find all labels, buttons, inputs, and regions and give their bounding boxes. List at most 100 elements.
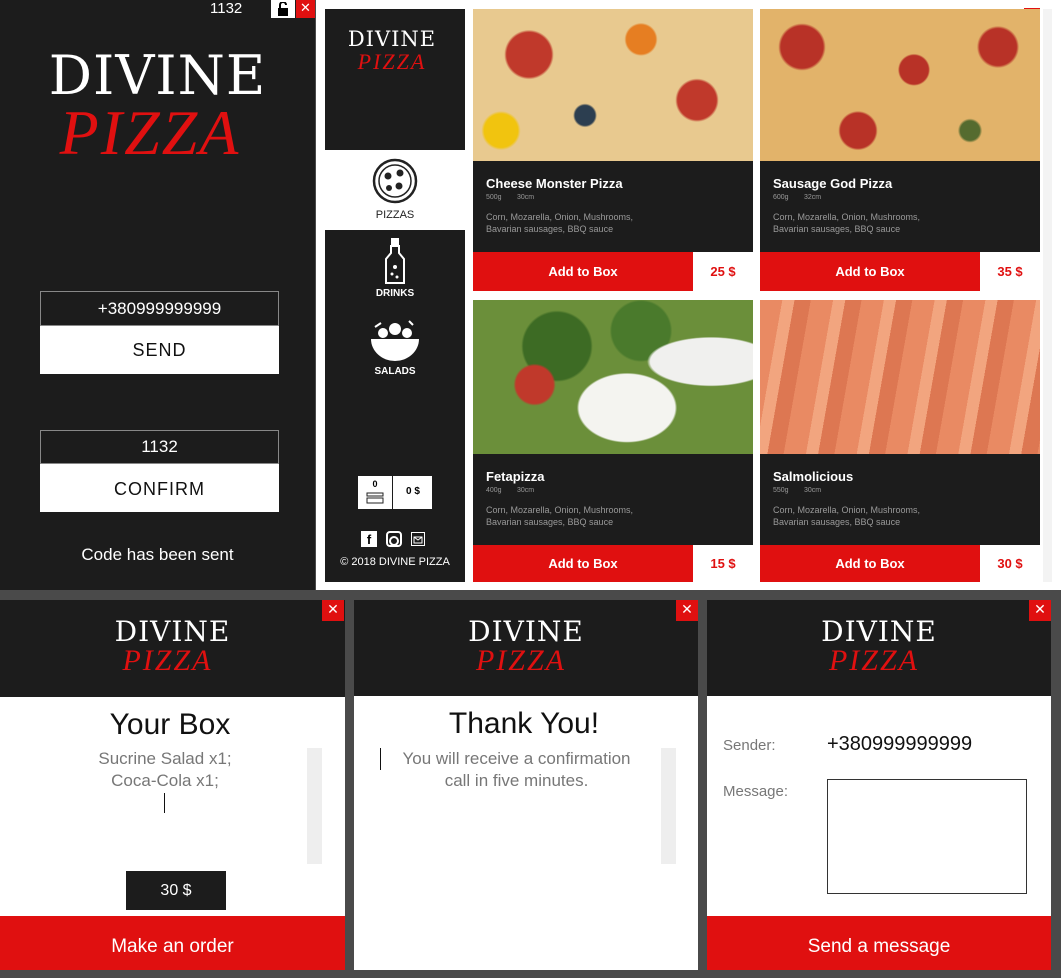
box-popup: DIVINE PIZZA ✕ Your Box Sucrine Salad x1… — [0, 600, 345, 970]
copyright: © 2018 DIVINE PIZZA — [340, 556, 450, 568]
product-desc-2: Bavarian sausages, BBQ sauce — [773, 517, 901, 527]
message-popup: DIVINE PIZZA ✕ Sender: +380999999999 Mes… — [707, 600, 1051, 970]
product-price: 35 $ — [980, 252, 1040, 291]
salad-bowl-icon — [371, 320, 419, 361]
nav-label: SALADS — [374, 366, 416, 377]
product-image-cheese-monster[interactable] — [473, 9, 753, 161]
product-size: 32cm — [804, 194, 822, 201]
box-title: Your Box — [109, 708, 231, 741]
logo-pizza: PIZZA — [122, 644, 213, 677]
menu-window: DIVINE PIZZA PIZZAS DRINKS SALADS 0 0 $ … — [316, 0, 1061, 590]
product-weight: 400g — [486, 487, 502, 494]
box-item: Coca-Cola x1; — [111, 771, 219, 790]
make-order-button[interactable]: Make an order — [0, 916, 345, 970]
box-counter-button[interactable]: 0 0 $ — [357, 475, 433, 510]
message-label: Message: — [723, 783, 789, 800]
add-to-box-button[interactable]: Add to Box — [473, 252, 693, 291]
box-item: Sucrine Salad x1; — [98, 749, 232, 768]
product-weight: 500g — [486, 194, 502, 201]
code-input[interactable]: 1132 — [40, 430, 279, 464]
product-size: 30cm — [804, 487, 822, 494]
product-name: Salmolicious — [773, 469, 854, 484]
login-panel: 1132 ✕ DIVINE PIZZA +380999999999 SEND 1… — [0, 0, 315, 590]
send-button[interactable]: SEND — [40, 326, 279, 374]
code-display: 1132 — [210, 0, 243, 17]
close-button[interactable]: ✕ — [296, 0, 315, 18]
close-button[interactable]: ✕ — [322, 600, 344, 621]
product-name: Cheese Monster Pizza — [486, 176, 623, 191]
product-price: 25 $ — [693, 252, 753, 291]
logo-pizza: PIZZA — [357, 49, 427, 74]
nav-salads[interactable]: SALADS — [325, 319, 465, 389]
logo-pizza: PIZZA — [59, 97, 241, 168]
add-to-box-button[interactable]: Add to Box — [760, 252, 980, 291]
box-items[interactable]: Sucrine Salad x1; Coca-Cola x1; — [40, 748, 290, 858]
pizza-icon — [372, 158, 418, 204]
product-image-salmolicious[interactable] — [760, 300, 1040, 454]
send-message-button[interactable]: Send a message — [707, 916, 1051, 970]
logo-pizza: PIZZA — [475, 644, 566, 677]
box-total: 0 $ — [406, 486, 420, 497]
product-price: 15 $ — [693, 545, 753, 582]
close-button[interactable]: ✕ — [676, 600, 698, 621]
nav-label: DRINKS — [375, 288, 415, 299]
product-weight: 600g — [773, 194, 789, 201]
popup-header: DIVINE PIZZA — [354, 600, 698, 696]
logo-divine: DIVINE — [347, 27, 437, 51]
product-desc-2: Bavarian sausages, BBQ sauce — [486, 517, 614, 527]
product-card-cheese-monster: Cheese Monster Pizza 500g 30cm Corn, Moz… — [473, 161, 753, 252]
confirmation-line: call in five minutes. — [444, 771, 589, 790]
product-image-sausage-god[interactable] — [760, 9, 1040, 161]
product-name: Sausage God Pizza — [773, 176, 893, 191]
product-card-salmolicious: Salmolicious 550g 30cm Corn, Mozarella, … — [760, 454, 1040, 545]
thank-you-popup: DIVINE PIZZA ✕ Thank You! You will recei… — [354, 600, 698, 970]
add-to-box-button[interactable]: Add to Box — [760, 545, 980, 582]
confirmation-text[interactable]: You will receive a confirmation call in … — [374, 748, 659, 792]
add-to-box-button[interactable]: Add to Box — [473, 545, 693, 582]
logo-pizza: PIZZA — [828, 644, 919, 677]
product-name: Fetapizza — [486, 469, 545, 484]
nav-drinks[interactable]: DRINKS — [325, 237, 465, 307]
sidebar: DIVINE PIZZA PIZZAS DRINKS SALADS 0 0 $ … — [325, 9, 465, 582]
sender-label: Sender: — [723, 737, 776, 754]
box-icon — [366, 492, 384, 504]
product-desc-1: Corn, Mozarella, Onion, Mushrooms, — [773, 505, 921, 515]
close-button[interactable]: ✕ — [1029, 600, 1051, 621]
mail-icon[interactable] — [411, 532, 425, 546]
product-desc-2: Bavarian sausages, BBQ sauce — [773, 224, 901, 234]
product-weight: 550g — [773, 487, 789, 494]
nav-label: PIZZAS — [375, 209, 415, 221]
scrollbar[interactable] — [307, 748, 322, 864]
scrollbar[interactable] — [1043, 9, 1052, 582]
product-price: 30 $ — [980, 545, 1040, 582]
confirm-button[interactable]: CONFIRM — [40, 464, 279, 512]
facebook-icon[interactable]: f — [361, 531, 377, 547]
product-size: 30cm — [517, 487, 535, 494]
thank-you-title: Thank You! — [448, 707, 600, 740]
product-desc-1: Corn, Mozarella, Onion, Mushrooms, — [486, 505, 634, 515]
product-desc-2: Bavarian sausages, BBQ sauce — [486, 224, 614, 234]
phone-input[interactable]: +380999999999 — [40, 291, 279, 326]
status-text: Code has been sent — [81, 545, 234, 564]
product-size: 30cm — [517, 194, 535, 201]
confirmation-line: You will receive a confirmation — [402, 749, 631, 768]
scrollbar[interactable] — [661, 748, 676, 864]
bottle-icon — [385, 238, 405, 284]
product-image-fetapizza[interactable] — [473, 300, 753, 454]
product-desc-1: Corn, Mozarella, Onion, Mushrooms, — [486, 212, 634, 222]
product-card-fetapizza: Fetapizza 400g 30cm Corn, Mozarella, Oni… — [473, 454, 753, 545]
text-cursor — [164, 793, 165, 813]
text-cursor — [380, 748, 381, 770]
sender-value: +380999999999 — [827, 733, 973, 755]
box-total: 30 $ — [126, 871, 226, 910]
instagram-icon[interactable] — [386, 531, 402, 547]
popup-header: DIVINE PIZZA — [707, 600, 1051, 696]
message-textarea[interactable] — [827, 779, 1027, 894]
unlock-icon — [278, 1, 288, 16]
unlock-button[interactable] — [271, 0, 295, 18]
product-card-sausage-god: Sausage God Pizza 600g 32cm Corn, Mozare… — [760, 161, 1040, 252]
box-count: 0 — [372, 479, 378, 489]
product-desc-1: Corn, Mozarella, Onion, Mushrooms, — [773, 212, 921, 222]
popup-header: DIVINE PIZZA — [0, 600, 345, 697]
nav-pizzas[interactable]: PIZZAS — [325, 150, 465, 230]
